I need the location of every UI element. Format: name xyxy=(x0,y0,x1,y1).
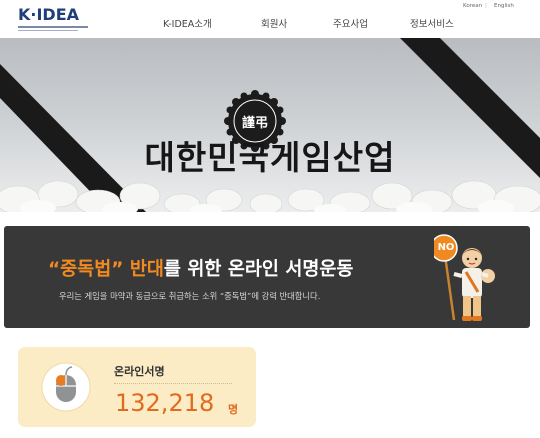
no-sign-text: NO xyxy=(437,242,455,253)
signature-campaign-banner[interactable]: “중독법” 반대를 위한 온라인 서명운동 우리는 게임을 마약과 동급으로 취… xyxy=(4,226,530,328)
lang-separator: | xyxy=(485,3,487,9)
nav-item-members[interactable]: 회원사 xyxy=(261,16,287,30)
lang-korean-link[interactable]: Korean xyxy=(463,3,482,9)
lang-english-link[interactable]: English xyxy=(494,3,514,9)
campaign-title-accent: 반대 xyxy=(129,259,164,280)
counter-label: 온라인서명 xyxy=(114,365,165,378)
signature-counter-card[interactable]: 온라인서명 132,218 명 xyxy=(18,347,256,427)
counter-divider xyxy=(114,383,232,384)
signature-count: 132,218 xyxy=(115,389,215,417)
nav-item-info-services[interactable]: 정보서비스 xyxy=(410,16,454,30)
site-header: K·IDEA K-IDEA소개 회원사 주요사업 정보서비스 Korean | … xyxy=(0,0,540,38)
counter-unit: 명 xyxy=(228,403,239,416)
campaign-title-quote: “중독법” xyxy=(48,259,124,280)
campaign-subtitle: 우리는 게임을 마약과 동급으로 취급하는 소위 “중독법”에 강력 반대합니다… xyxy=(59,291,321,301)
banner-title: 대한민국게임산업 xyxy=(144,138,396,177)
badge-text: 謹弔 xyxy=(241,116,268,131)
memorial-banner[interactable]: 謹弔 대한민국게임산업 xyxy=(0,38,540,212)
campaign-title: “중독법” 반대를 위한 온라인 서명운동 xyxy=(48,255,353,281)
nav-item-about[interactable]: K-IDEA소개 xyxy=(163,16,212,30)
mouse-icon xyxy=(41,362,91,412)
main-nav: K-IDEA소개 회원사 주요사업 정보서비스 xyxy=(0,16,540,30)
campaign-title-rest: 를 위한 온라인 서명운동 xyxy=(163,259,354,280)
nav-item-projects[interactable]: 주요사업 xyxy=(333,16,368,30)
